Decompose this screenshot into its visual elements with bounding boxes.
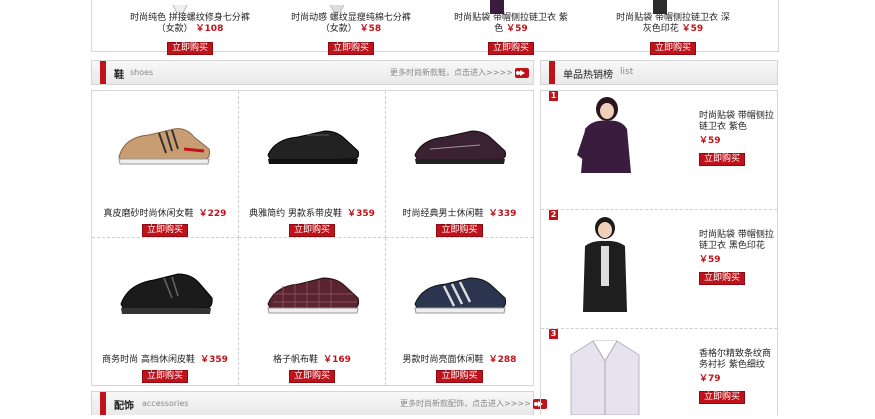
product-name-line2[interactable]: 灰色印花: [643, 24, 679, 34]
product-price: ￥108: [195, 24, 224, 34]
more-shoes-link[interactable]: 更多时尚新款鞋，点击进入>>>>: [390, 67, 530, 78]
buy-now-button[interactable]: 立即购买: [141, 370, 188, 383]
bestseller-header: 单品热销榜 list: [540, 60, 778, 85]
top-product: 时尚纯色 拼接螺纹修身七分裤 （女款） ￥108 立即购买: [120, 13, 260, 55]
product-cell: 男款时尚亮面休闲鞋 ￥288 立即购买: [386, 238, 533, 385]
product-name[interactable]: 时尚动感 螺纹显瘦纯棉七分裤: [281, 13, 421, 24]
buy-now-button[interactable]: 立即购买: [327, 42, 374, 55]
product-price: ￥79: [699, 374, 721, 384]
bestseller-list: 1 时尚贴袋 带帽侧拉链卫衣 紫色 ￥59 立即购买 2 时尚贴袋 带帽侧拉链卫…: [540, 90, 778, 416]
product-image[interactable]: [571, 214, 637, 314]
product-price: ￥59: [506, 24, 528, 34]
section-subtitle: list: [620, 67, 634, 77]
bestseller-item: 2 时尚贴袋 带帽侧拉链卫衣 黑色印花 ￥59 立即购买: [541, 210, 777, 329]
shoe-image[interactable]: [410, 123, 510, 172]
buy-now-button[interactable]: 立即购买: [487, 42, 534, 55]
buy-now-button[interactable]: 立即购买: [699, 391, 746, 404]
product-price: ￥59: [699, 136, 721, 146]
bestseller-item: 1 时尚贴袋 带帽侧拉链卫衣 紫色 ￥59 立即购买: [541, 91, 777, 210]
product-price: ￥59: [681, 24, 704, 34]
arrow-go-icon[interactable]: [515, 67, 530, 78]
product-name[interactable]: 时尚贴袋 带帽侧拉链卫衣 黑色印花: [699, 230, 775, 252]
buy-now-button[interactable]: 立即购买: [699, 153, 746, 166]
shoe-image[interactable]: [263, 123, 363, 172]
product-name[interactable]: 时尚纯色 拼接螺纹修身七分裤: [120, 13, 260, 24]
product-price: ￥59: [699, 255, 721, 265]
buy-now-button[interactable]: 立即购买: [288, 224, 335, 237]
section-subtitle: accessories: [142, 399, 189, 408]
section-subtitle: shoes: [130, 68, 154, 77]
shoes-grid: 真皮磨砂时尚休闲女鞋 ￥229 立即购买 典雅简约 男款系带皮鞋 ￥359 立即…: [91, 90, 534, 386]
product-name-line2[interactable]: 色: [494, 24, 503, 34]
rank-badge: 1: [549, 91, 558, 101]
shoe-image[interactable]: [114, 119, 214, 173]
product-name[interactable]: 香格尔精致条纹商务衬衫 紫色细纹: [699, 349, 775, 371]
section-title: 单品热销榜: [563, 70, 613, 81]
product-image[interactable]: [567, 335, 643, 416]
product-name-line2[interactable]: （女款）: [157, 24, 193, 34]
top-product: 时尚贴袋 带帽侧拉链卫衣 深 灰色印花 ￥59 立即购买: [603, 13, 743, 55]
buy-now-button[interactable]: 立即购买: [141, 224, 188, 237]
buy-now-button[interactable]: 立即购买: [436, 370, 483, 383]
product-cell: 真皮磨砂时尚休闲女鞋 ￥229 立即购买: [92, 91, 239, 238]
buy-now-button[interactable]: 立即购买: [649, 42, 696, 55]
rank-badge: 3: [549, 329, 558, 339]
shoes-section-header: 鞋 shoes 更多时尚新款鞋，点击进入>>>>: [91, 60, 534, 85]
section-marker: [549, 61, 555, 84]
top-product-image[interactable]: [165, 0, 195, 14]
product-name-line2[interactable]: （女款）: [321, 24, 357, 34]
bestseller-item: 3 香格尔精致条纹商务衬衫 紫色细纹 ￥79 立即购买: [541, 329, 777, 416]
shoe-image[interactable]: [116, 268, 216, 322]
product-name[interactable]: 时尚贴袋 带帽侧拉链卫衣 紫色: [699, 111, 775, 133]
product-cell: 时尚经典男士休闲鞋 ￥339 立即购买: [386, 91, 533, 238]
top-product: 时尚贴袋 带帽侧拉链卫衣 紫 色 ￥59 立即购买: [441, 13, 581, 55]
more-accessories-link[interactable]: 更多时尚新款配饰，点击进入>>>>: [400, 398, 548, 409]
section-title: 鞋: [114, 70, 124, 81]
shoe-image[interactable]: [263, 272, 363, 321]
buy-now-button[interactable]: 立即购买: [699, 272, 746, 285]
buy-now-button[interactable]: 立即购买: [436, 224, 483, 237]
buy-now-button[interactable]: 立即购买: [288, 370, 335, 383]
shoe-image[interactable]: [410, 272, 510, 321]
top-product-image[interactable]: [322, 0, 352, 13]
product-image[interactable]: [571, 95, 637, 175]
section-title: 配饰: [114, 401, 134, 412]
product-name[interactable]: 时尚贴袋 带帽侧拉链卫衣 深: [603, 13, 743, 24]
section-marker: [100, 392, 106, 415]
product-price: ￥58: [359, 24, 382, 34]
accessories-section-header: 配饰 accessories 更多时尚新款配饰，点击进入>>>>: [91, 391, 548, 415]
section-marker: [100, 61, 106, 84]
product-cell: 典雅简约 男款系带皮鞋 ￥359 立即购买: [239, 91, 386, 238]
buy-now-button[interactable]: 立即购买: [166, 42, 213, 55]
product-cell: 商务时尚 高档休闲皮鞋 ￥359 立即购买: [92, 238, 239, 385]
rank-badge: 2: [549, 210, 558, 220]
top-product: 时尚动感 螺纹显瘦纯棉七分裤 （女款） ￥58 立即购买: [281, 13, 421, 55]
product-name[interactable]: 时尚贴袋 带帽侧拉链卫衣 紫: [441, 13, 581, 24]
product-cell: 格子帆布鞋 ￥169 立即购买: [239, 238, 386, 385]
